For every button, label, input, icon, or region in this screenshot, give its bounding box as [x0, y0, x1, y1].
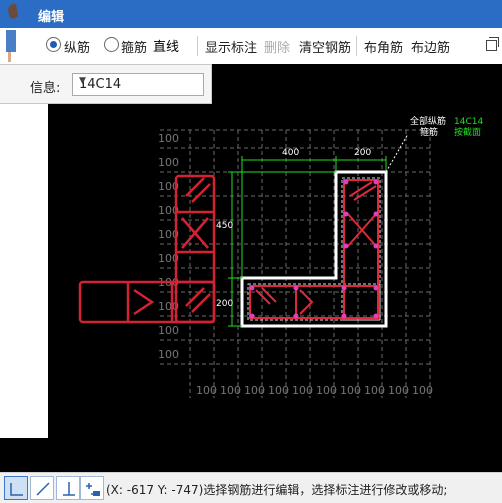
window-title: 编辑: [38, 10, 65, 25]
grid-label: 100: [340, 384, 361, 397]
legend-value-2[interactable]: 按截面: [454, 126, 481, 138]
delete-button[interactable]: 删除: [264, 37, 290, 56]
grid-label: 100: [158, 348, 179, 361]
info-select[interactable]: 14C14 ▼: [72, 73, 204, 96]
restore-icon[interactable]: [486, 37, 499, 51]
dimension-200-top[interactable]: 200: [354, 148, 371, 158]
toolbar-divider: [197, 36, 198, 56]
grid-label: 100: [158, 156, 179, 169]
clear-rebar-button[interactable]: 清空钢筋: [299, 37, 351, 56]
section-outline: [240, 170, 388, 328]
legend-value[interactable]: 14C14: [454, 117, 483, 127]
adjacent-beam-rebar: [78, 280, 216, 324]
dimension-200-side[interactable]: 200: [216, 299, 233, 309]
grid-label: 100: [158, 324, 179, 337]
legend-stirrup[interactable]: 箍筋: [420, 126, 438, 138]
snap-mode-icon[interactable]: [56, 476, 80, 500]
grid-label: 100: [388, 384, 409, 397]
grid-label: 100: [412, 384, 433, 397]
polar-mode-icon[interactable]: [30, 476, 54, 500]
grid-label: 100: [364, 384, 385, 397]
show-annotation-button[interactable]: 显示标注: [205, 37, 257, 56]
stirrup-loops: [247, 177, 381, 321]
chevron-down-icon: ▼: [79, 76, 86, 86]
status-bar: (X: -617 Y: -747)选择钢筋进行编辑，选择标注进行修改或移动;: [0, 472, 502, 503]
grid-label: 100: [220, 384, 241, 397]
section-drawing[interactable]: 100 100 100 100 100 100 100 100 100 100 …: [0, 64, 502, 472]
legend-leader: [385, 133, 409, 173]
toolbar-divider: [356, 36, 357, 56]
dimension-450[interactable]: 450: [216, 221, 233, 231]
grid-lines: [160, 129, 432, 398]
grid-label: 100: [158, 132, 179, 145]
radio-longitudinal-label[interactable]: 纵筋: [64, 37, 90, 56]
radio-longitudinal[interactable]: [46, 37, 61, 52]
title-bar: 编辑: [0, 0, 502, 28]
grid-label: 100: [196, 384, 217, 397]
side-panel: [0, 64, 48, 438]
avatar-figure-icon: [0, 3, 30, 62]
grid-label: 100: [268, 384, 289, 397]
section-stirrups: [249, 179, 379, 319]
grid-label: 100: [244, 384, 265, 397]
corner-rebar-button[interactable]: 布角筋: [364, 37, 403, 56]
radio-stirrup[interactable]: [104, 37, 119, 52]
rebar-points: [249, 179, 379, 319]
toolbar: 纵筋 箍筋 直线 显示标注 删除 清空钢筋 布角筋 布边筋: [0, 28, 502, 65]
dimension-400[interactable]: 400: [282, 148, 299, 158]
line-mode-value: 直线: [153, 40, 180, 55]
info-label: 信息:: [30, 81, 61, 96]
status-text: (X: -617 Y: -747)选择钢筋进行编辑，选择标注进行修改或移动;: [106, 483, 448, 497]
dynamic-input-icon[interactable]: [80, 476, 104, 500]
radio-stirrup-label[interactable]: 箍筋: [121, 37, 147, 56]
adjacent-column-rebar: [174, 174, 216, 324]
ortho-mode-icon[interactable]: [4, 476, 28, 500]
dimension-lines: [228, 156, 387, 327]
edge-rebar-button[interactable]: 布边筋: [411, 37, 450, 56]
grid-label: 100: [316, 384, 337, 397]
legend-all-longitudinal[interactable]: 全部纵筋: [410, 115, 446, 127]
info-panel: 信息: 14C14 ▼: [0, 64, 212, 104]
grid-label: 100: [292, 384, 313, 397]
line-mode-select[interactable]: 直线: [150, 33, 196, 55]
